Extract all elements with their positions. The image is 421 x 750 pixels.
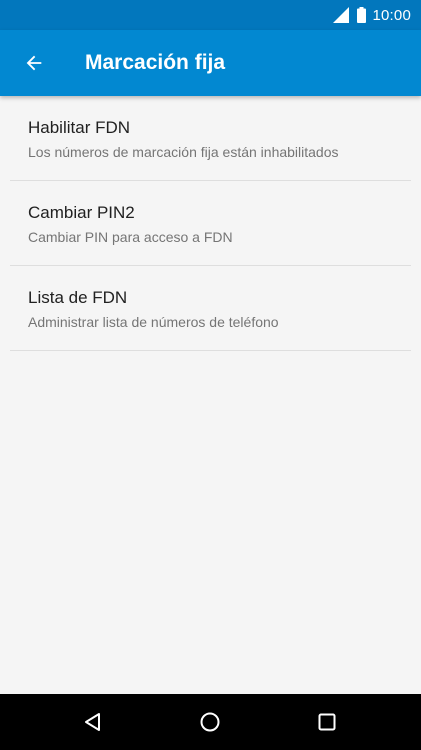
setting-summary: Los números de marcación fija están inha… [28, 144, 339, 160]
setting-summary: Administrar lista de números de teléfono [28, 314, 279, 330]
setting-fdn-list[interactable]: Lista de FDN Administrar lista de número… [10, 266, 411, 351]
recents-square-icon [318, 713, 336, 731]
setting-title: Habilitar FDN [28, 118, 131, 137]
settings-list: Habilitar FDN Los números de marcación f… [0, 96, 421, 694]
nav-back-button[interactable] [63, 694, 123, 750]
status-bar: 10:00 [0, 0, 421, 30]
setting-title: Lista de FDN [28, 288, 128, 307]
status-time: 10:00 [372, 6, 411, 24]
signal-icon [333, 7, 350, 23]
navigation-bar [0, 694, 421, 750]
page-title: Marcación fija [85, 51, 226, 74]
back-button[interactable] [14, 43, 54, 83]
setting-title: Cambiar PIN2 [28, 203, 135, 222]
setting-change-pin2[interactable]: Cambiar PIN2 Cambiar PIN para acceso a F… [10, 181, 411, 266]
screen: 10:00 Marcación fija Habilitar FDN Los n… [0, 0, 421, 750]
nav-recents-button[interactable] [297, 694, 357, 750]
back-triangle-icon [85, 713, 100, 731]
app-bar: Marcación fija [0, 30, 421, 96]
home-circle-icon [200, 712, 220, 732]
nav-home-button[interactable] [180, 694, 240, 750]
setting-summary: Cambiar PIN para acceso a FDN [28, 229, 233, 245]
setting-enable-fdn[interactable]: Habilitar FDN Los números de marcación f… [10, 96, 411, 181]
battery-icon [357, 7, 367, 23]
arrow-back-icon [26, 55, 42, 71]
